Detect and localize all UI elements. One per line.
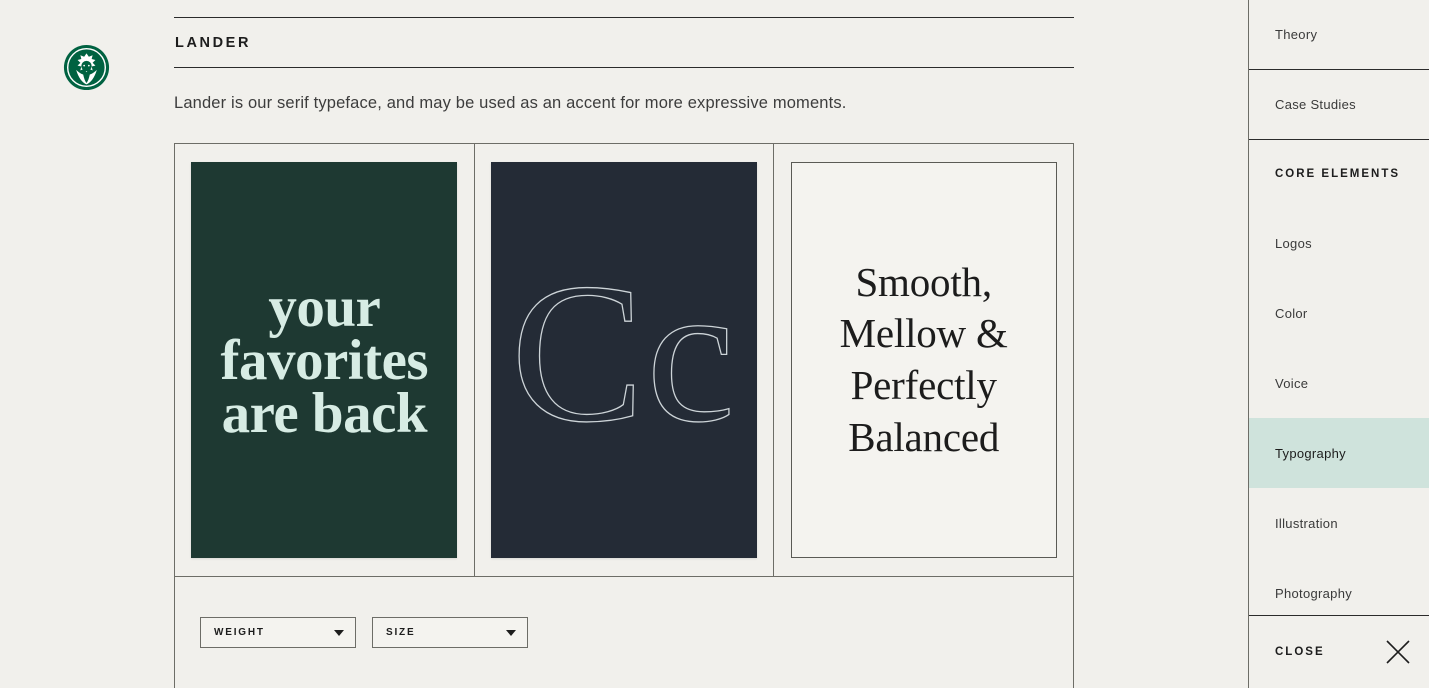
- cc-glyph-text: Cc: [511, 245, 737, 464]
- sidebar-item-illustration[interactable]: Illustration: [1249, 488, 1429, 558]
- poster-cc-glyphs: Cc: [491, 162, 757, 558]
- poster-smooth-headline: Smooth, Mellow & Perfectly Balanced: [792, 257, 1056, 464]
- poster-line: favorites: [220, 328, 429, 392]
- sidebar-item-label: Voice: [1275, 375, 1309, 391]
- poster-cell-favorites[interactable]: your favorites are back: [175, 144, 475, 576]
- poster-line: are back: [221, 381, 428, 445]
- sidebar-item-label: Case Studies: [1275, 97, 1356, 112]
- sidebar-item-case-studies[interactable]: Case Studies: [1249, 70, 1429, 140]
- poster-cell-cc-glyphs[interactable]: Cc: [474, 144, 775, 576]
- size-select-label: SIZE: [386, 627, 416, 638]
- sidebar-item-theory[interactable]: Theory: [1249, 0, 1429, 70]
- page-title: LANDER: [175, 35, 252, 51]
- cc-outline-glyph-icon: Cc: [510, 245, 737, 465]
- poster-favorites: your favorites are back: [191, 162, 458, 558]
- poster-line: Balanced: [848, 413, 1000, 460]
- weight-select[interactable]: WEIGHT: [200, 617, 356, 648]
- sidebar-item-label: Theory: [1275, 27, 1318, 42]
- section-description: Lander is our serif typeface, and may be…: [174, 94, 847, 112]
- chevron-down-icon: [334, 629, 344, 636]
- sidebar-item-label: Illustration: [1275, 515, 1338, 531]
- close-x-icon[interactable]: [1383, 637, 1413, 667]
- sidebar-item-label: Photography: [1275, 585, 1353, 601]
- sidebar-item-voice[interactable]: Voice: [1249, 348, 1429, 418]
- poster-smooth-mellow: Smooth, Mellow & Perfectly Balanced: [790, 162, 1057, 558]
- sidebar-item-color[interactable]: Color: [1249, 278, 1429, 348]
- main-content: LANDER Lander is our serif typeface, and…: [174, 0, 1074, 688]
- size-select[interactable]: SIZE: [372, 617, 528, 648]
- sidebar-item-logos[interactable]: Logos: [1249, 208, 1429, 278]
- sidebar-group-core-elements: CORE ELEMENTS: [1275, 168, 1401, 180]
- weight-select-label: WEIGHT: [214, 627, 265, 638]
- poster-cell-smooth-mellow[interactable]: Smooth, Mellow & Perfectly Balanced: [774, 144, 1074, 576]
- poster-line: your: [268, 275, 381, 339]
- poster-line: Mellow &: [839, 310, 1008, 357]
- chevron-down-icon: [506, 629, 516, 636]
- sidebar-item-label: Color: [1275, 305, 1308, 321]
- sidebar-nav: Theory Case Studies CORE ELEMENTS Logos …: [1248, 0, 1429, 688]
- poster-favorites-headline: your favorites are back: [191, 275, 457, 445]
- close-button-label: CLOSE: [1275, 646, 1325, 658]
- sidebar-item-label: Logos: [1275, 235, 1312, 251]
- starbucks-siren-logo[interactable]: [63, 44, 110, 91]
- poster-row: your favorites are back Cc Smooth, Mello…: [175, 144, 1074, 577]
- sidebar-item-label: Typography: [1275, 445, 1346, 461]
- poster-line: Smooth,: [855, 258, 992, 305]
- poster-line: Perfectly: [850, 362, 997, 408]
- typography-gallery: your favorites are back Cc Smooth, Mello…: [174, 143, 1074, 688]
- poster-controls: WEIGHT SIZE: [175, 577, 1073, 688]
- close-panel-button[interactable]: CLOSE: [1249, 615, 1429, 688]
- sidebar-item-typography[interactable]: Typography: [1249, 418, 1429, 488]
- app-root: LANDER Lander is our serif typeface, and…: [0, 0, 1429, 688]
- page-title-block: LANDER: [174, 17, 1074, 68]
